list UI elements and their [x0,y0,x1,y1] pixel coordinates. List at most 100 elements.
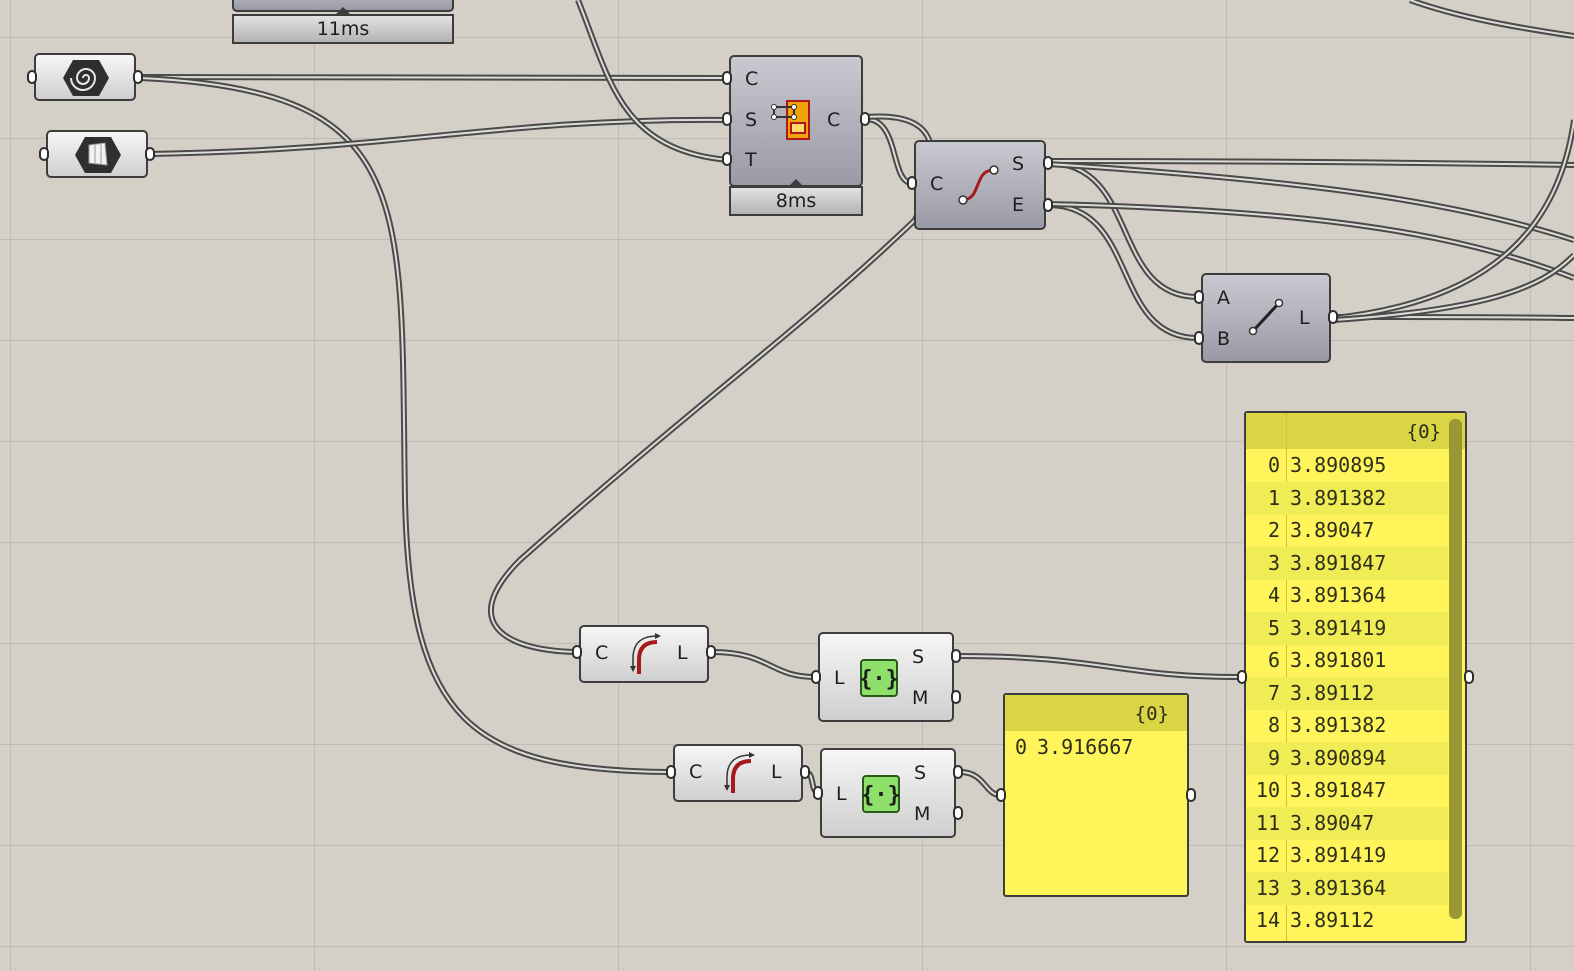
endpoints-output-s-label: S [1012,153,1025,175]
panel-large-row-value: 3.891419 [1290,615,1387,640]
panel-large-row: 9 3.890894 [1246,741,1448,775]
mass-1-output-m-label: M [912,687,929,709]
panel-large-row-index: 7 [1267,680,1280,705]
wire-top-right[interactable] [1408,0,1574,39]
panel-large-row: 4 3.891364 [1246,579,1448,612]
panel-large-row-index: 14 [1255,908,1280,932]
length-component-1[interactable]: C L [579,625,709,683]
wire-line-out-3[interactable] [1333,252,1574,323]
spiral-param-component[interactable] [34,53,136,101]
mass-2-output-s-label: S [914,762,927,784]
panel-large-row-value: 3.89047 [1290,810,1375,835]
panel-large-row-value: 3.890895 [1290,453,1387,477]
panel-large-row: 12 3.891419 [1246,839,1448,872]
rect-input-s-port[interactable] [722,112,732,126]
wire-spiral-to-rect-c[interactable] [139,74,729,81]
wire-endpoint-s-to-line-a[interactable] [1047,160,1199,300]
panel-large-row-value: 3.89112 [1290,680,1375,705]
panel-large-row-value: 3.891847 [1290,550,1387,575]
mass-1-output-s-port[interactable] [951,649,961,663]
panel-large-scrollbar[interactable] [1449,419,1462,919]
wire-mass-1-to-panel-large[interactable] [957,653,1241,680]
wire-rect-to-endpoints[interactable] [865,116,913,186]
rect-input-t-port[interactable] [722,152,732,166]
region-input-port[interactable] [39,147,49,161]
region-param-component[interactable] [46,130,148,178]
line-output-l-label: L [1299,307,1310,329]
line-input-b-port[interactable] [1194,331,1204,345]
mass-2-input-port[interactable] [813,786,823,800]
region-output-port[interactable] [145,147,155,161]
panel-large-row: 5 3.891419 [1246,611,1448,645]
panel-large-row: 6 3.891801 [1246,644,1448,677]
svg-text:{·}: {·} [862,783,900,808]
length-1-output-port[interactable] [706,645,716,659]
panel-large-header: {0} [1246,413,1465,449]
panel-large-row: 13 3.891364 [1246,871,1448,905]
surface-icon [75,137,121,173]
wire-length-1-to-mass-1[interactable] [711,649,816,680]
panel-small-output-port[interactable] [1186,788,1196,802]
panel-large-path: {0} [1406,421,1441,443]
mass-addition-component-2[interactable]: L S M {·} [820,748,956,838]
wire-endpoint-s-out-2[interactable] [1047,161,1574,243]
panel-small-row-value: 3.916667 [1037,735,1134,759]
wire-endpoint-e-out[interactable] [1047,201,1574,281]
line-input-b-label: B [1217,328,1231,350]
line-output-l-port[interactable] [1328,310,1338,324]
wire-top-to-rect-t[interactable] [575,0,729,163]
mass-1-output-m-port[interactable] [951,690,961,704]
mass-addition-icon: {·} [862,775,900,813]
wire-endpoint-e-to-line-b[interactable] [1047,202,1199,341]
mass-1-input-port[interactable] [811,670,821,684]
panel-small-row: 0 3.916667 [1005,731,1187,764]
panel-large-row-index: 10 [1255,778,1280,802]
panel-large-output-port[interactable] [1464,670,1474,684]
length-2-input-c-label: C [689,761,703,783]
rect-input-c-port[interactable] [722,71,732,85]
wire-mass-2-to-panel-small[interactable] [959,769,1001,798]
length-1-input-port[interactable] [572,645,582,659]
wire-endpoint-s-out[interactable] [1047,158,1574,168]
endpoints-component[interactable]: C S E [914,140,1046,230]
length-2-input-port[interactable] [666,765,676,779]
panel-large[interactable]: {0} 0 3.890895 1 3.891382 2 3.89047 3 3.891847 4… [1244,411,1467,943]
panel-large-row-value: 3.891364 [1290,583,1387,607]
rectangle-component[interactable]: C S T C [729,55,863,187]
panel-small[interactable]: {0} 0 3.916667 [1003,693,1189,897]
panel-large-row: 0 3.890895 [1246,449,1448,482]
rect-input-t-label: T [745,149,757,171]
mass-2-output-m-port[interactable] [953,806,963,820]
rect-output-c-port[interactable] [860,112,870,126]
panel-large-row: 14 3.89112 [1246,904,1448,937]
panel-large-row: 7 3.89112 [1246,676,1448,710]
mass-1-input-l-label: L [834,667,845,689]
panel-small-header: {0} [1005,695,1187,731]
panel-large-row: 1 3.891382 [1246,481,1448,515]
spiral-output-port[interactable] [133,70,143,84]
length-1-output-l-label: L [677,642,688,664]
panel-large-row-index: 4 [1267,583,1280,607]
wire-region-to-rect-s[interactable] [149,116,729,157]
panel-large-row-index: 11 [1255,810,1280,835]
panel-large-row: 10 3.891847 [1246,774,1448,807]
length-component-2[interactable]: C L [673,744,803,802]
panel-large-input-port[interactable] [1237,670,1247,684]
panel-large-row: 11 3.89047 [1246,806,1448,840]
wire-line-out-2[interactable] [1333,119,1574,321]
mass-2-output-s-port[interactable] [953,765,963,779]
spiral-input-port[interactable] [27,70,37,84]
length-2-output-port[interactable] [800,765,810,779]
endpoints-input-c-label: C [930,173,944,195]
endpoints-output-e-port[interactable] [1043,198,1053,212]
wire-rect-to-length-1[interactable] [487,113,935,655]
line-input-a-port[interactable] [1194,290,1204,304]
mass-addition-component-1[interactable]: L S M {·} [818,632,954,722]
line-component[interactable]: A B L [1201,273,1331,363]
panel-large-row-index: 13 [1255,875,1280,900]
endpoints-input-c-port[interactable] [907,176,917,190]
panel-small-input-port[interactable] [996,788,1006,802]
panel-large-row-index: 5 [1267,615,1280,640]
wire-line-out-1[interactable] [1333,314,1574,321]
endpoints-output-s-port[interactable] [1043,156,1053,170]
